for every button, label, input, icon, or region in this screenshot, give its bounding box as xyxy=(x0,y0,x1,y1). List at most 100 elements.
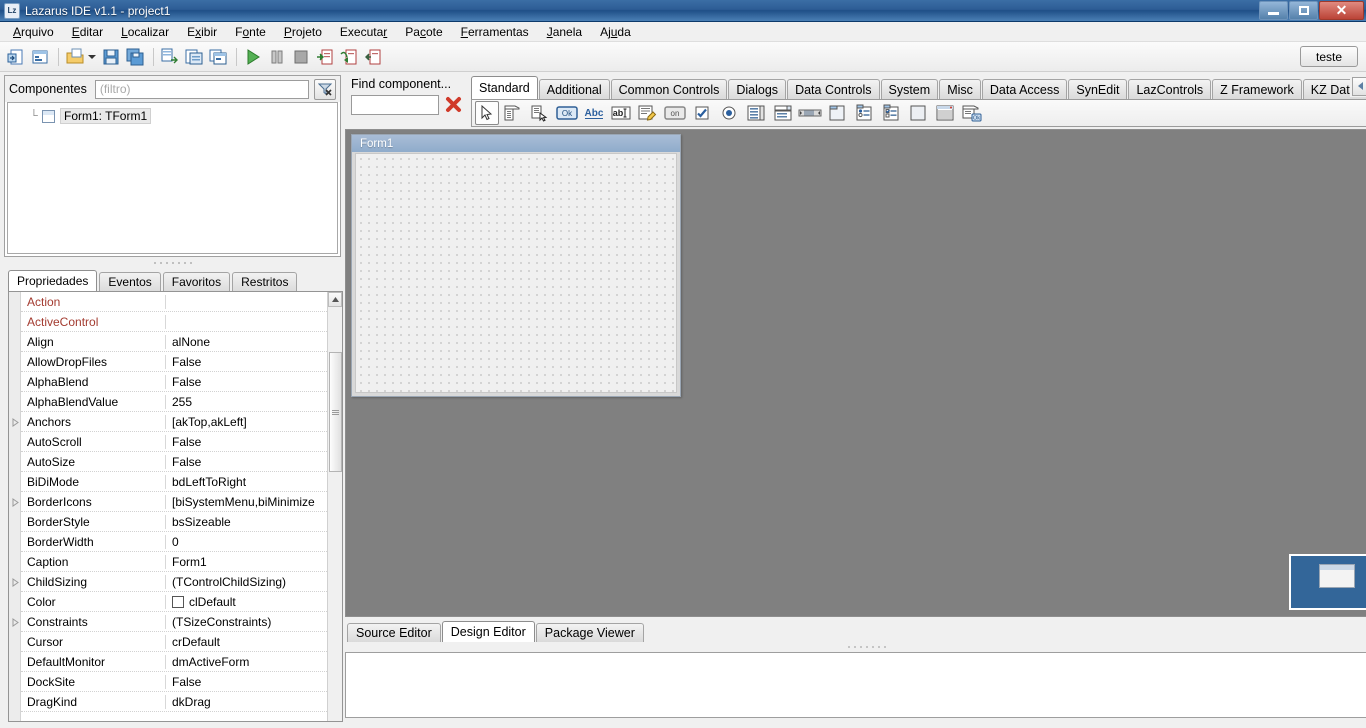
property-value[interactable]: False xyxy=(166,435,327,449)
property-row[interactable]: DockSite False xyxy=(21,672,327,692)
view-forms-icon[interactable] xyxy=(207,46,229,68)
scroll-left-icon[interactable] xyxy=(1351,76,1366,96)
property-value[interactable]: 255 xyxy=(166,395,327,409)
tab-source-editor[interactable]: Source Editor xyxy=(347,623,441,642)
palette-tab-system[interactable]: System xyxy=(880,79,939,99)
palette-tab-additional[interactable]: Additional xyxy=(538,79,610,99)
pause-icon[interactable] xyxy=(266,46,288,68)
save-all-icon[interactable] xyxy=(124,46,146,68)
property-value[interactable]: clDefault xyxy=(166,595,327,609)
tframe-icon[interactable] xyxy=(932,101,958,125)
palette-tab-data-access[interactable]: Data Access xyxy=(981,79,1068,99)
tcheckbox-icon[interactable] xyxy=(689,101,715,125)
tedit-icon[interactable]: ab xyxy=(608,101,634,125)
property-value[interactable]: Form1 xyxy=(166,555,327,569)
save-icon[interactable] xyxy=(100,46,122,68)
tlistbox-icon[interactable] xyxy=(743,101,769,125)
form-client-area[interactable] xyxy=(355,153,677,393)
toggle-form-unit-icon[interactable] xyxy=(159,46,181,68)
tscrollbar-icon[interactable] xyxy=(797,101,823,125)
property-row[interactable]: Caption Form1 xyxy=(21,552,327,572)
red-x-icon[interactable] xyxy=(442,94,464,115)
palette-tab-z-framework[interactable]: Z Framework xyxy=(1212,79,1302,99)
find-component-input[interactable] xyxy=(351,94,439,115)
property-row[interactable]: AlphaBlend False xyxy=(21,372,327,392)
property-row[interactable]: Cursor crDefault xyxy=(21,632,327,652)
menu-pacote[interactable]: Pacote xyxy=(396,23,451,41)
property-row[interactable]: BorderStyle bsSizeable xyxy=(21,512,327,532)
property-row[interactable]: AlphaBlendValue 255 xyxy=(21,392,327,412)
palette-tab-common-controls[interactable]: Common Controls xyxy=(610,79,728,99)
menu-projeto[interactable]: Projeto xyxy=(275,23,331,41)
stop-icon[interactable] xyxy=(290,46,312,68)
property-row[interactable]: BorderIcons [biSystemMenu,biMinimize xyxy=(21,492,327,512)
property-row[interactable]: DefaultMonitor dmActiveForm xyxy=(21,652,327,672)
property-rows[interactable]: Action ActiveControl Align alNone AllowDropF… xyxy=(21,292,327,721)
palette-tab-lazcontrols[interactable]: LazControls xyxy=(1128,79,1212,99)
property-row[interactable]: AllowDropFiles False xyxy=(21,352,327,372)
select-pointer-icon[interactable] xyxy=(475,101,499,125)
property-value[interactable]: (TSizeConstraints) xyxy=(166,615,327,629)
property-value[interactable]: crDefault xyxy=(166,635,327,649)
property-row[interactable]: ActiveControl xyxy=(21,312,327,332)
tmemo-icon[interactable] xyxy=(635,101,661,125)
expand-arrow-icon[interactable] xyxy=(11,578,20,587)
tpopupmenu-icon[interactable] xyxy=(527,101,553,125)
expand-arrow-icon[interactable] xyxy=(11,498,20,507)
tgroupbox-icon[interactable] xyxy=(824,101,850,125)
tab-package-viewer[interactable]: Package Viewer xyxy=(535,623,644,642)
open-dropdown-icon[interactable] xyxy=(88,54,96,59)
palette-tab-standard[interactable]: Standard xyxy=(471,76,538,99)
property-value[interactable]: alNone xyxy=(166,335,327,349)
step-over-icon[interactable] xyxy=(338,46,360,68)
property-value[interactable]: 0 xyxy=(166,535,327,549)
tab-eventos[interactable]: Eventos xyxy=(99,272,161,291)
property-value[interactable]: bdLeftToRight xyxy=(166,475,327,489)
property-value[interactable]: False xyxy=(166,375,327,389)
expand-arrow-icon[interactable] xyxy=(11,618,20,627)
tpanel-icon[interactable] xyxy=(905,101,931,125)
view-units-icon[interactable] xyxy=(183,46,205,68)
property-row[interactable]: DragKind dkDrag xyxy=(21,692,327,712)
step-out-icon[interactable] xyxy=(362,46,384,68)
property-row[interactable]: AutoSize False xyxy=(21,452,327,472)
menu-arquivo[interactable]: Arquivo xyxy=(4,23,63,41)
open-file-icon[interactable] xyxy=(64,46,86,68)
clear-filter-icon[interactable] xyxy=(314,78,336,100)
new-form-icon[interactable] xyxy=(29,46,51,68)
menu-fonte[interactable]: Fonte xyxy=(226,23,275,41)
scrollbar-thumb[interactable] xyxy=(329,352,342,472)
property-value[interactable]: False xyxy=(166,355,327,369)
ttogglebox-icon[interactable]: on xyxy=(662,101,688,125)
property-value[interactable]: dkDrag xyxy=(166,695,327,709)
step-into-icon[interactable] xyxy=(314,46,336,68)
tab-restritos[interactable]: Restritos xyxy=(232,272,298,291)
menu-localizar[interactable]: Localizar xyxy=(112,23,178,41)
palette-tab-misc[interactable]: Misc xyxy=(939,79,981,99)
menu-editar[interactable]: Editar xyxy=(63,23,112,41)
tab-propriedades[interactable]: Propriedades xyxy=(8,270,98,291)
teste-button[interactable]: teste xyxy=(1300,46,1358,67)
property-value[interactable]: (TControlChildSizing) xyxy=(166,575,327,589)
property-value[interactable]: [biSystemMenu,biMinimize xyxy=(166,495,327,509)
palette-tab-data-controls[interactable]: Data Controls xyxy=(787,79,880,99)
tradiogroup-icon[interactable] xyxy=(851,101,877,125)
tradiobutton-icon[interactable] xyxy=(716,101,742,125)
property-row[interactable]: AutoScroll False xyxy=(21,432,327,452)
new-unit-icon[interactable] xyxy=(5,46,27,68)
components-tree[interactable]: └ Form1: TForm1 xyxy=(7,102,338,254)
property-row[interactable]: Align alNone xyxy=(21,332,327,352)
property-row[interactable]: ChildSizing (TControlChildSizing) xyxy=(21,572,327,592)
tree-item-form1[interactable]: └ Form1: TForm1 xyxy=(12,108,333,124)
property-value[interactable]: bsSizeable xyxy=(166,515,327,529)
messages-splitter[interactable] xyxy=(345,642,1366,652)
messages-panel[interactable] xyxy=(345,652,1366,718)
menu-ferramentas[interactable]: Ferramentas xyxy=(452,23,538,41)
property-row[interactable]: BorderWidth 0 xyxy=(21,532,327,552)
form-designer-canvas[interactable]: Form1 xyxy=(345,129,1366,617)
menu-janela[interactable]: Janela xyxy=(538,23,591,41)
components-filter-input[interactable]: (filtro) xyxy=(94,79,309,99)
property-row[interactable]: Color clDefault xyxy=(21,592,327,612)
vertical-splitter[interactable] xyxy=(4,257,341,269)
property-value[interactable]: [akTop,akLeft] xyxy=(166,415,327,429)
